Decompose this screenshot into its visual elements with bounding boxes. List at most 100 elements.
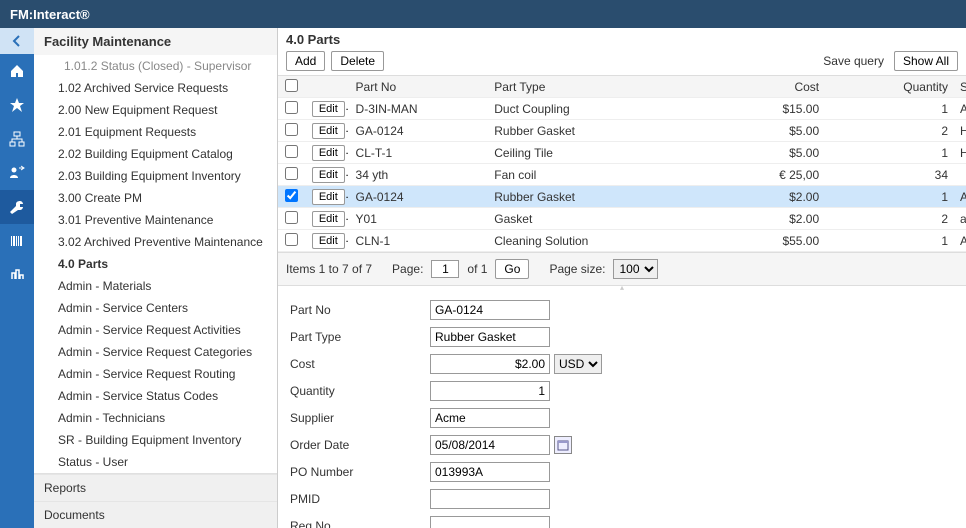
cell-supplier: Acme bbox=[954, 102, 966, 116]
input-reqno[interactable] bbox=[430, 516, 550, 528]
move-icon[interactable] bbox=[0, 156, 34, 190]
edit-button[interactable]: Edit bbox=[312, 233, 345, 249]
table-row[interactable]: EditGA-0124Rubber Gasket$5.002Home Depot bbox=[278, 120, 966, 142]
sidebar-section[interactable]: Documents bbox=[34, 501, 277, 528]
cell-cost: $2.00 bbox=[706, 212, 825, 226]
nav-item[interactable]: Admin - Materials bbox=[34, 275, 277, 297]
row-checkbox[interactable] bbox=[285, 123, 298, 136]
input-ponum[interactable] bbox=[430, 462, 550, 482]
calendar-icon[interactable] bbox=[554, 436, 572, 454]
col-supplier[interactable]: Supplier bbox=[954, 80, 966, 94]
table-row[interactable]: EditY01Gasket$2.002acme bbox=[278, 208, 966, 230]
of-text: of 1 bbox=[467, 262, 487, 276]
edit-button[interactable]: Edit bbox=[312, 189, 345, 205]
cell-supplier: Acme bbox=[954, 234, 966, 248]
table-row[interactable]: EditGA-0124Rubber Gasket$2.001Acme bbox=[278, 186, 966, 208]
sidebar: Facility Maintenance 1.01.2 Status (Clos… bbox=[34, 28, 278, 528]
wrench-icon[interactable] bbox=[0, 190, 34, 224]
input-partno[interactable] bbox=[430, 300, 550, 320]
asset-icon[interactable] bbox=[0, 258, 34, 292]
nav-item[interactable]: 4.0 Parts bbox=[34, 253, 277, 275]
cell-supplier: Home Depot bbox=[954, 146, 966, 160]
delete-button[interactable]: Delete bbox=[331, 51, 384, 71]
edit-button[interactable]: Edit bbox=[312, 167, 345, 183]
input-pmid[interactable] bbox=[430, 489, 550, 509]
select-all-checkbox[interactable] bbox=[285, 79, 298, 92]
cell-supplier: Home Depot bbox=[954, 124, 966, 138]
app-title: FM:Interact® bbox=[10, 7, 90, 22]
input-cost[interactable] bbox=[430, 354, 550, 374]
org-chart-icon[interactable] bbox=[0, 122, 34, 156]
label-partno: Part No bbox=[290, 303, 430, 317]
cell-cost: $5.00 bbox=[706, 146, 825, 160]
col-cost[interactable]: Cost bbox=[706, 80, 825, 94]
sidebar-section[interactable]: Reports bbox=[34, 474, 277, 501]
col-type[interactable]: Part Type bbox=[488, 80, 706, 94]
nav-item[interactable]: 2.02 Building Equipment Catalog bbox=[34, 143, 277, 165]
page-size-select[interactable]: 100 bbox=[613, 259, 658, 279]
cell-qty: 2 bbox=[825, 124, 954, 138]
edit-button[interactable]: Edit bbox=[312, 145, 345, 161]
row-checkbox[interactable] bbox=[285, 101, 298, 114]
edit-button[interactable]: Edit bbox=[312, 211, 345, 227]
row-checkbox[interactable] bbox=[285, 145, 298, 158]
cell-type: Duct Coupling bbox=[488, 102, 706, 116]
cell-partno: CL-T-1 bbox=[350, 146, 489, 160]
nav-item[interactable]: 3.02 Archived Preventive Maintenance bbox=[34, 231, 277, 253]
input-qty[interactable] bbox=[430, 381, 550, 401]
input-orderdate[interactable] bbox=[430, 435, 550, 455]
table-row[interactable]: EditCLN-1Cleaning Solution$55.001Acme bbox=[278, 230, 966, 252]
row-checkbox[interactable] bbox=[285, 233, 298, 246]
input-supplier[interactable] bbox=[430, 408, 550, 428]
cell-type: Rubber Gasket bbox=[488, 124, 706, 138]
cell-qty: 1 bbox=[825, 102, 954, 116]
table-row[interactable]: Edit34 ythFan coil€ 25,0034 bbox=[278, 164, 966, 186]
row-checkbox[interactable] bbox=[285, 211, 298, 224]
nav-item[interactable]: 3.01 Preventive Maintenance bbox=[34, 209, 277, 231]
nav-item[interactable]: Admin - Service Centers bbox=[34, 297, 277, 319]
cell-type: Gasket bbox=[488, 212, 706, 226]
add-button[interactable]: Add bbox=[286, 51, 325, 71]
cell-type: Fan coil bbox=[488, 168, 706, 182]
page-input[interactable] bbox=[431, 260, 459, 278]
edit-button[interactable]: Edit bbox=[312, 101, 345, 117]
page-size-label: Page size: bbox=[549, 262, 605, 276]
nav-item[interactable]: SR - Building Equipment Inventory bbox=[34, 429, 277, 451]
nav-item[interactable]: 3.00 Create PM bbox=[34, 187, 277, 209]
edit-button[interactable]: Edit bbox=[312, 123, 345, 139]
nav-item[interactable]: Admin - Service Request Categories bbox=[34, 341, 277, 363]
nav-item[interactable]: 1.02 Archived Service Requests bbox=[34, 77, 277, 99]
nav-item[interactable]: 2.01 Equipment Requests bbox=[34, 121, 277, 143]
cell-qty: 2 bbox=[825, 212, 954, 226]
row-checkbox[interactable] bbox=[285, 167, 298, 180]
detail-form: Part No Part Type Cost USD Quantity Supp… bbox=[278, 289, 966, 528]
barcode-icon[interactable] bbox=[0, 224, 34, 258]
label-orderdate: Order Date bbox=[290, 438, 430, 452]
home-icon[interactable] bbox=[0, 54, 34, 88]
toolbar: Add Delete Save query Show All bbox=[278, 51, 966, 75]
nav-item[interactable]: Admin - Technicians bbox=[34, 407, 277, 429]
star-icon[interactable] bbox=[0, 88, 34, 122]
currency-select[interactable]: USD bbox=[554, 354, 602, 374]
nav-item-truncated[interactable]: 1.01.2 Status (Closed) - Supervisor bbox=[34, 55, 277, 77]
nav-item[interactable]: 2.03 Building Equipment Inventory bbox=[34, 165, 277, 187]
parts-grid: Part No Part Type Cost Quantity Supplier… bbox=[278, 75, 966, 253]
show-all-button[interactable]: Show All bbox=[894, 51, 958, 71]
label-reqno: Req No bbox=[290, 519, 430, 528]
nav-item[interactable]: Admin - Service Status Codes bbox=[34, 385, 277, 407]
back-button[interactable] bbox=[0, 28, 34, 54]
nav-item[interactable]: Admin - Service Request Routing bbox=[34, 363, 277, 385]
save-query-link[interactable]: Save query bbox=[823, 54, 884, 68]
nav-item[interactable]: Status - User bbox=[34, 451, 277, 473]
nav-item[interactable]: 2.00 New Equipment Request bbox=[34, 99, 277, 121]
go-button[interactable]: Go bbox=[495, 259, 529, 279]
table-row[interactable]: EditCL-T-1Ceiling Tile$5.001Home Depot bbox=[278, 142, 966, 164]
input-type[interactable] bbox=[430, 327, 550, 347]
nav-item[interactable]: Admin - Service Request Activities bbox=[34, 319, 277, 341]
col-partno[interactable]: Part No bbox=[350, 80, 489, 94]
chevron-left-icon bbox=[12, 35, 22, 47]
items-text: Items 1 to 7 of 7 bbox=[286, 262, 372, 276]
col-qty[interactable]: Quantity bbox=[825, 80, 954, 94]
table-row[interactable]: EditD-3IN-MANDuct Coupling$15.001Acme bbox=[278, 98, 966, 120]
row-checkbox[interactable] bbox=[285, 189, 298, 202]
